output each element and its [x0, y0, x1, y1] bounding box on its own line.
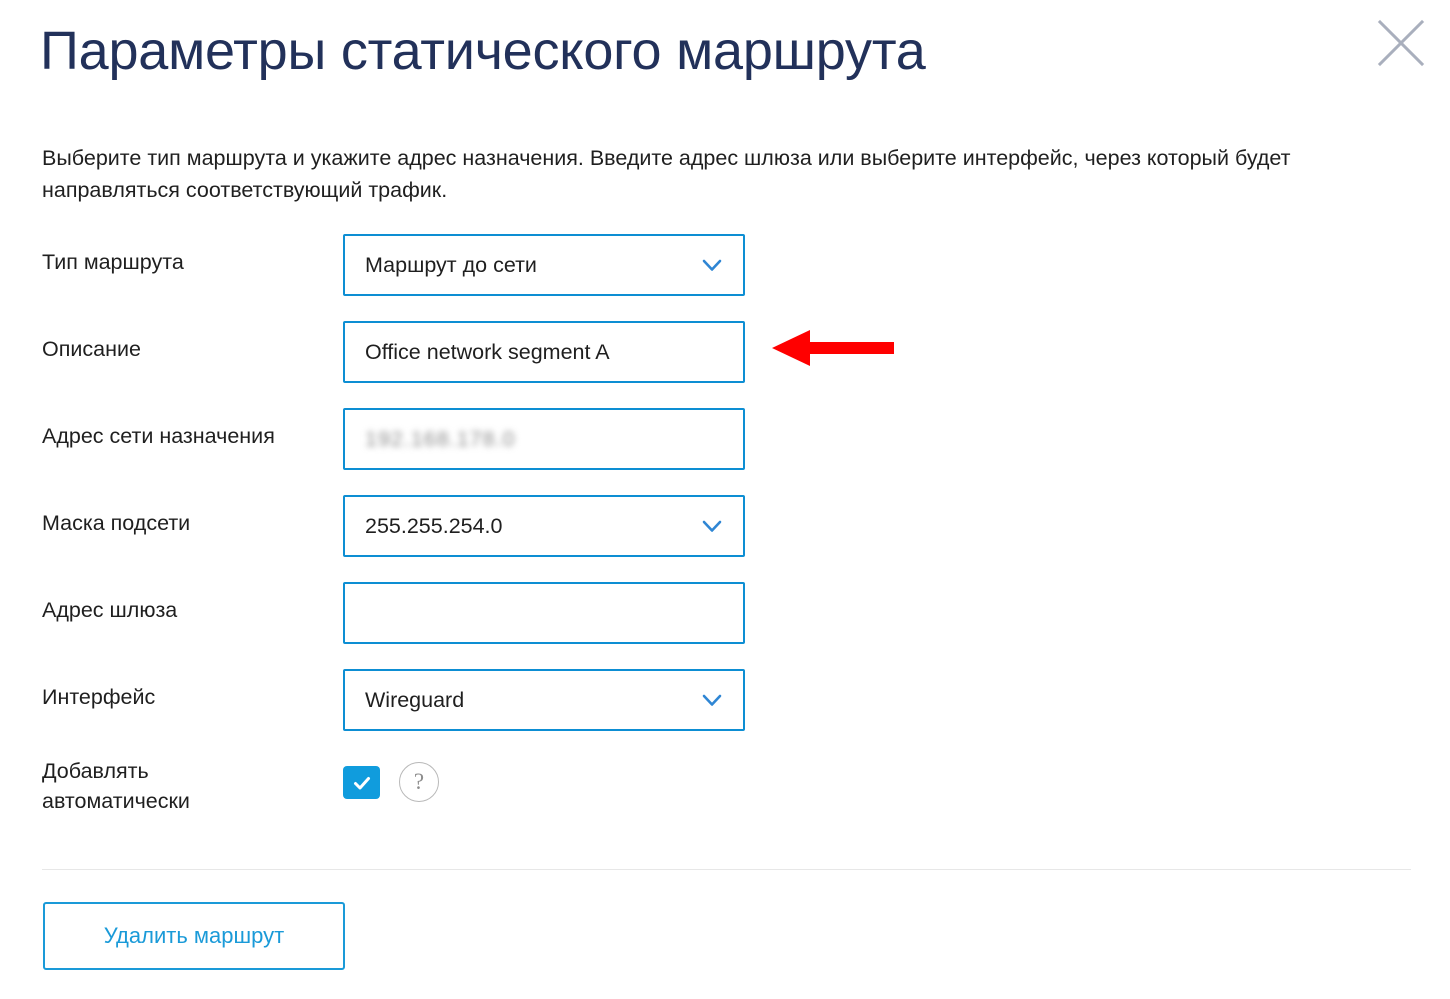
- chevron-down-icon: [702, 520, 722, 532]
- input-destination-network[interactable]: 192.168.178.0: [343, 408, 745, 470]
- close-icon[interactable]: [1374, 16, 1428, 70]
- input-description-value: Office network segment A: [365, 340, 610, 364]
- select-route-type-value: Маршрут до сети: [365, 253, 537, 277]
- form-row-gateway-address: Адрес шлюза: [0, 576, 1450, 663]
- form-row-route-type: Тип маршрута Маршрут до сети: [0, 228, 1450, 315]
- form-row-add-automatically: Добавлять автоматически ?: [0, 750, 1450, 858]
- label-description: Описание: [42, 337, 141, 361]
- input-description[interactable]: Office network segment A: [343, 321, 745, 383]
- select-subnet-mask[interactable]: 255.255.254.0: [343, 495, 745, 557]
- form-row-interface: Интерфейс Wireguard: [0, 663, 1450, 750]
- footer-divider: [42, 869, 1411, 870]
- dialog-description: Выберите тип маршрута и укажите адрес на…: [42, 146, 1291, 202]
- form-row-description: Описание Office network segment A: [0, 315, 1450, 402]
- delete-route-button[interactable]: Удалить маршрут: [43, 902, 345, 970]
- input-destination-network-value-redacted: 192.168.178.0: [365, 427, 516, 451]
- label-gateway-address: Адрес шлюза: [42, 598, 178, 622]
- form-row-destination-network: Адрес сети назначения 192.168.178.0: [0, 402, 1450, 489]
- close-icon-glyph: [1377, 19, 1425, 67]
- label-destination-network: Адрес сети назначения: [42, 424, 275, 448]
- label-add-automatically-line2: автоматически: [42, 789, 190, 813]
- static-route-form: Тип маршрута Маршрут до сети Описание Of…: [0, 228, 1450, 858]
- help-icon[interactable]: ?: [399, 762, 439, 802]
- label-add-automatically: Добавлять автоматически: [42, 752, 332, 816]
- label-interface: Интерфейс: [42, 685, 156, 709]
- label-subnet-mask: Маска подсети: [42, 511, 191, 535]
- chevron-down-icon: [702, 259, 722, 271]
- checkbox-add-automatically[interactable]: [343, 766, 380, 799]
- label-add-automatically-line1: Добавлять: [42, 759, 149, 783]
- select-subnet-mask-value: 255.255.254.0: [365, 514, 503, 538]
- page-title: Параметры статического маршрута: [40, 21, 926, 81]
- check-icon: [353, 776, 370, 789]
- static-route-dialog: Параметры статического маршрута Выберите…: [0, 0, 1450, 999]
- input-gateway-address[interactable]: [343, 582, 745, 644]
- form-row-subnet-mask: Маска подсети 255.255.254.0: [0, 489, 1450, 576]
- select-interface-value: Wireguard: [365, 688, 465, 712]
- label-route-type: Тип маршрута: [42, 250, 184, 274]
- select-interface[interactable]: Wireguard: [343, 669, 745, 731]
- select-route-type[interactable]: Маршрут до сети: [343, 234, 745, 296]
- chevron-down-icon: [702, 694, 722, 706]
